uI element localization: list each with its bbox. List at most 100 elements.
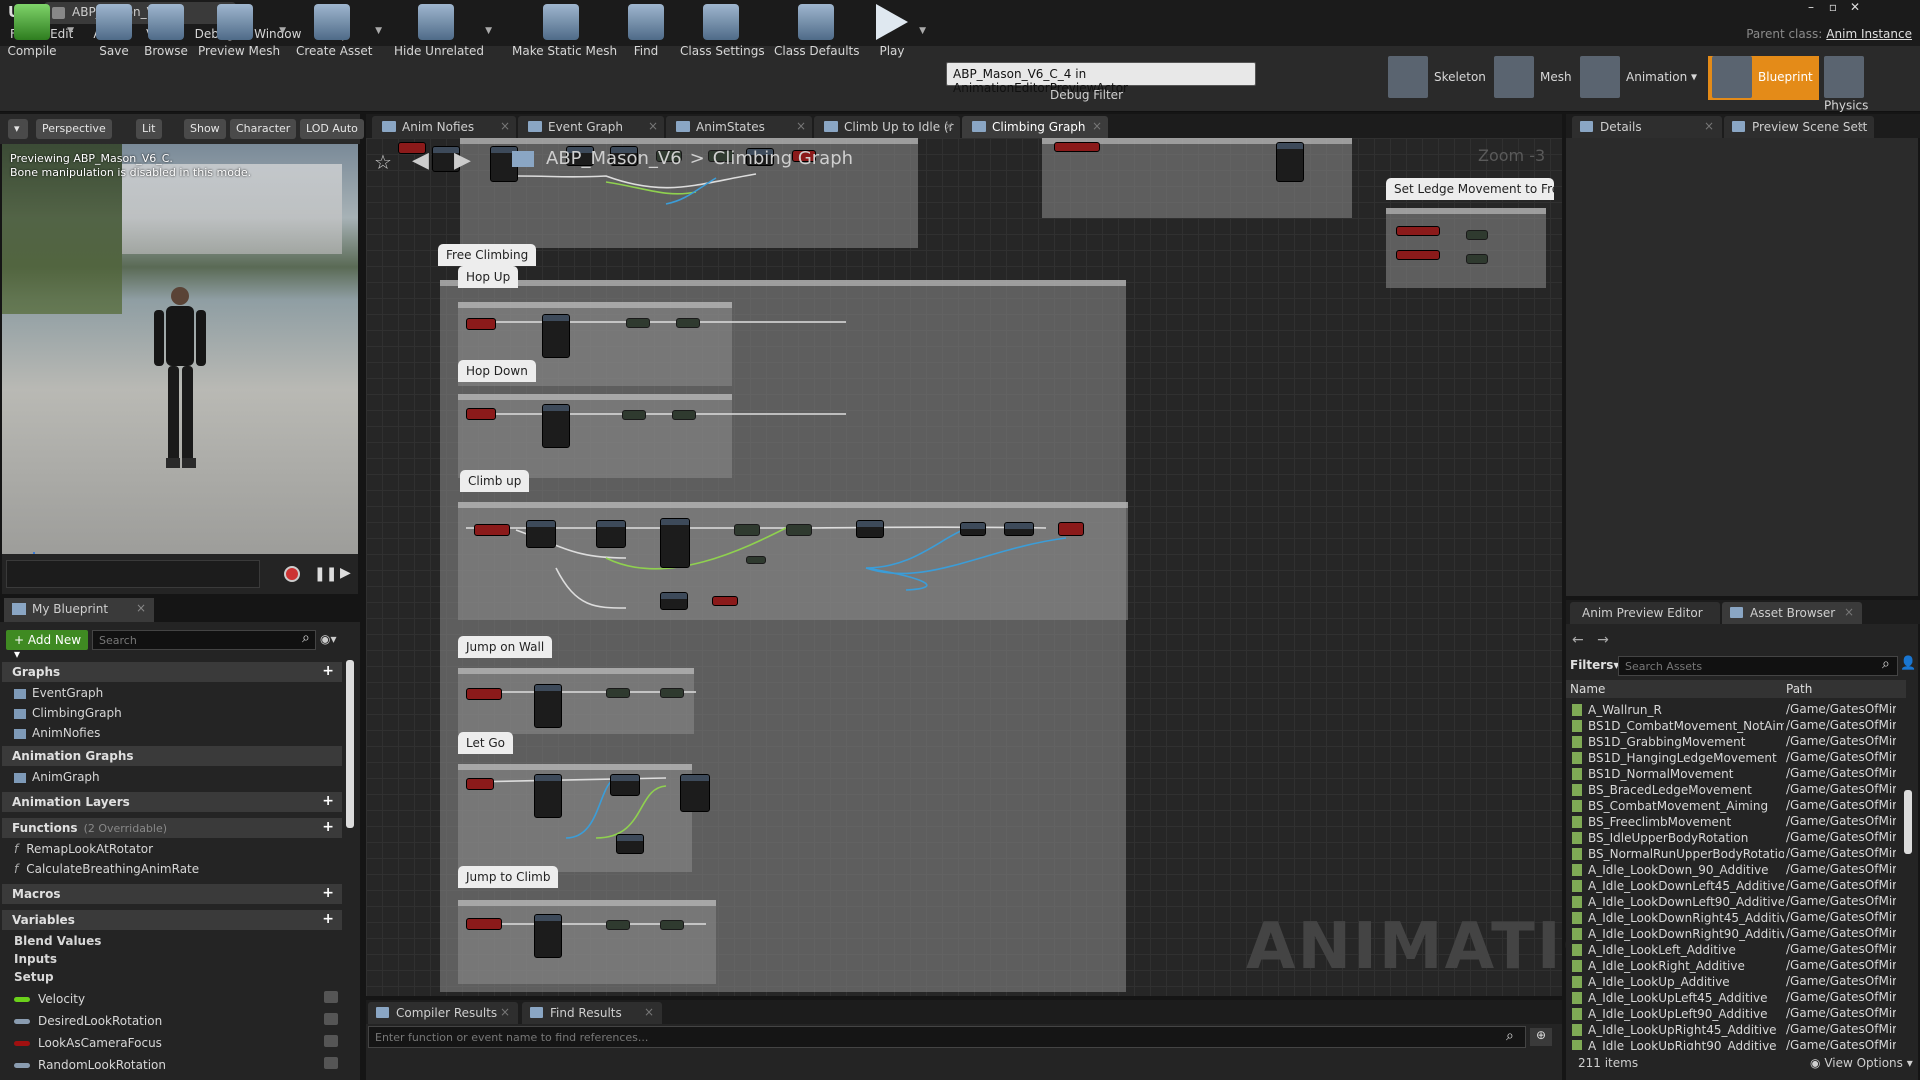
graph-node[interactable]	[660, 920, 684, 930]
asset-row[interactable]: A_Idle_LookLeft_Additive/Game/GatesOfMir…	[1568, 942, 1898, 958]
graph-node[interactable]	[856, 520, 884, 538]
event-node[interactable]	[474, 524, 510, 536]
eye-icon[interactable]: ◉▾	[320, 632, 337, 646]
close-icon[interactable]: ×	[1092, 119, 1102, 133]
variable-item[interactable]: LookAsCameraFocus	[14, 1035, 338, 1050]
graphs-section[interactable]: Graphs +	[2, 662, 342, 682]
tab-climbing-graph[interactable]: Climbing Graph ×	[962, 116, 1108, 138]
tab-compiler-results[interactable]: Compiler Results ×	[368, 1002, 518, 1024]
variable-item[interactable]: DesiredLookRotation	[14, 1013, 338, 1028]
asset-row[interactable]: A_Idle_LookUpRight45_Additive/Game/Gates…	[1568, 1022, 1898, 1038]
graph-node[interactable]	[746, 556, 766, 564]
preview-mesh-button[interactable]: Preview Mesh ▼	[198, 4, 286, 62]
mode-animation[interactable]: Animation ▾	[1576, 56, 1703, 100]
my-blueprint-search-input[interactable]: Search	[92, 630, 316, 650]
asset-row[interactable]: BS_FreeclimbMovement/Game/GatesOfMirr	[1568, 814, 1898, 830]
viewport-menu-button[interactable]: ▾	[8, 119, 28, 139]
graph-node[interactable]	[1276, 142, 1304, 182]
variables-section[interactable]: Variables +	[2, 910, 342, 930]
back-arrow-icon[interactable]: ◀	[412, 148, 429, 173]
graph-node[interactable]	[626, 318, 650, 328]
tab-preview-scene-settings[interactable]: Preview Scene Sett ×	[1724, 116, 1874, 138]
graph-node[interactable]	[786, 524, 812, 536]
var-category-setup[interactable]: Setup	[14, 970, 54, 984]
close-icon[interactable]: ×	[1704, 119, 1714, 133]
debug-filter-select[interactable]: ABP_Mason_V6_C_4 in AnimationEditorPrevi…	[946, 62, 1256, 95]
macros-section[interactable]: Macros +	[2, 884, 342, 904]
function-item[interactable]: f RemapLookAtRotator	[14, 842, 153, 856]
graph-node[interactable]	[680, 774, 710, 812]
filters-button[interactable]: Filters▾	[1570, 658, 1619, 672]
search-icon[interactable]: ⌕	[1506, 1028, 1514, 1044]
comment-title-climb-up[interactable]: Climb up	[460, 470, 530, 492]
comment-title-jump-on-wall[interactable]: Jump on Wall	[458, 636, 553, 658]
playback-timeline[interactable]	[6, 560, 260, 588]
tab-details[interactable]: Details ×	[1572, 116, 1722, 138]
close-icon[interactable]: ×	[136, 601, 146, 615]
comment-title-jump-to-climb[interactable]: Jump to Climb	[458, 866, 559, 888]
graph-node[interactable]	[534, 914, 562, 958]
forward-arrow-icon[interactable]: ▶	[454, 148, 471, 173]
mode-blueprint[interactable]: Blueprint	[1708, 56, 1819, 100]
add-icon[interactable]: +	[322, 819, 334, 835]
forward-arrow-icon[interactable]: →	[1597, 632, 1609, 648]
event-node[interactable]	[1396, 226, 1440, 236]
chevron-down-icon[interactable]: ▼	[67, 26, 74, 36]
tab-asset-browser[interactable]: Asset Browser ×	[1722, 602, 1862, 624]
comment-title-hop-down[interactable]: Hop Down	[458, 360, 536, 382]
make-static-mesh-button[interactable]: Make Static Mesh	[512, 4, 617, 62]
character-button[interactable]: Character	[230, 119, 297, 139]
tab-find-results[interactable]: Find Results ×	[522, 1002, 662, 1024]
pause-icon[interactable]: ❚❚	[314, 566, 337, 582]
asset-search-input[interactable]: Search Assets	[1618, 656, 1898, 676]
graph-node[interactable]	[616, 834, 644, 854]
asset-row[interactable]: BS1D_CombatMovement_NotAiming/Game/Gates…	[1568, 718, 1898, 734]
mode-mesh[interactable]: Mesh	[1490, 56, 1578, 100]
graph-node[interactable]	[676, 318, 700, 328]
hide-unrelated-button[interactable]: Hide Unrelated ▼	[394, 4, 492, 62]
graph-node[interactable]	[542, 314, 570, 358]
preview-viewport[interactable]: Previewing ABP_Mason_V6_C. Bone manipulat…	[2, 144, 358, 581]
graph-node[interactable]	[672, 410, 696, 420]
class-settings-button[interactable]: Class Settings	[680, 4, 765, 62]
comment-title-let-go[interactable]: Let Go	[458, 732, 514, 754]
chevron-down-icon[interactable]: ▼	[485, 26, 492, 36]
graph-canvas[interactable]: Set Ledge Movement to Free Free Climbing…	[366, 138, 1562, 996]
parent-class-link[interactable]: Anim Instance	[1826, 27, 1912, 41]
close-icon[interactable]: ×	[944, 119, 954, 133]
user-icon[interactable]: 👤	[1900, 656, 1916, 671]
chevron-down-icon[interactable]: ▼	[279, 26, 286, 36]
asset-row[interactable]: BS_NormalRunUpperBodyRotation/Game/Gates…	[1568, 846, 1898, 862]
asset-row[interactable]: A_Idle_LookUpRight90_Additive/Game/Gates…	[1568, 1038, 1898, 1050]
chevron-down-icon[interactable]: ▼	[919, 26, 926, 36]
event-node[interactable]	[466, 318, 496, 330]
add-icon[interactable]: +	[322, 885, 334, 901]
close-icon[interactable]: ×	[500, 1005, 510, 1019]
functions-section[interactable]: Functions (2 Overridable) +	[2, 818, 342, 838]
find-button[interactable]: Find	[626, 4, 666, 62]
save-button[interactable]: Save	[94, 4, 134, 62]
asset-row[interactable]: A_Idle_LookDownRight90_Additive/Game/Gat…	[1568, 926, 1898, 942]
graph-node[interactable]	[1466, 230, 1488, 240]
asset-scrollbar[interactable]	[1904, 790, 1912, 854]
back-arrow-icon[interactable]: ←	[1572, 632, 1584, 648]
var-category-inputs[interactable]: Inputs	[14, 952, 57, 966]
graph-node[interactable]	[526, 520, 556, 548]
event-node[interactable]	[466, 918, 502, 930]
record-icon[interactable]	[284, 566, 300, 582]
show-button[interactable]: Show	[184, 119, 226, 139]
variable-item[interactable]: Velocity	[14, 991, 338, 1006]
tab-event-graph[interactable]: Event Graph ×	[518, 116, 664, 138]
comment-title-free-climbing[interactable]: Free Climbing	[438, 244, 537, 266]
graph-node[interactable]	[622, 410, 646, 420]
event-node[interactable]	[466, 688, 502, 700]
step-forward-icon[interactable]: ▶	[340, 565, 351, 581]
graph-node[interactable]	[534, 684, 562, 728]
close-icon[interactable]: ×	[796, 119, 806, 133]
graph-node[interactable]	[534, 774, 562, 818]
class-defaults-button[interactable]: Class Defaults	[774, 4, 859, 62]
comment-title-set-ledge[interactable]: Set Ledge Movement to Free	[1386, 178, 1554, 200]
function-item[interactable]: f CalculateBreathingAnimRate	[14, 862, 199, 876]
column-path-header[interactable]: Path	[1786, 682, 1812, 696]
graph-node[interactable]	[660, 518, 690, 568]
